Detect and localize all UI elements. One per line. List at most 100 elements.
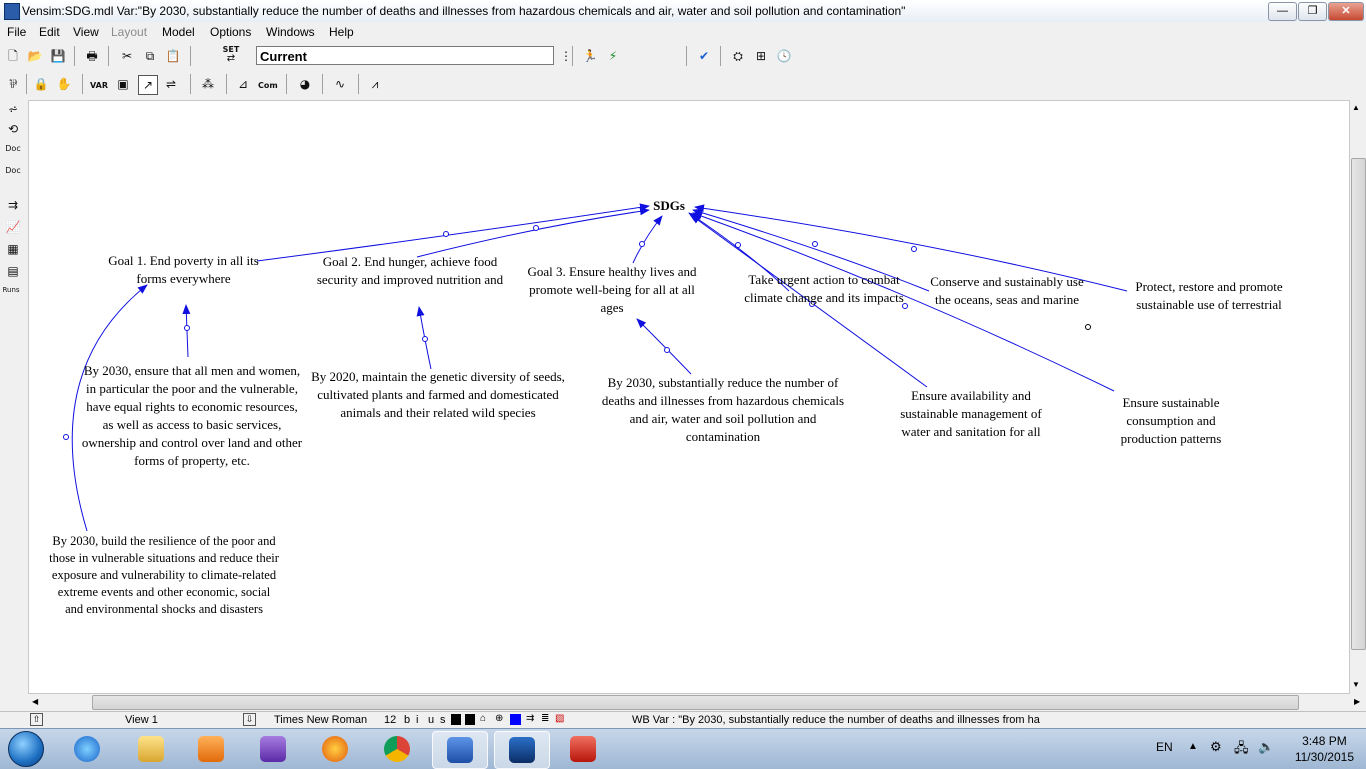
line-width-icon[interactable]: ≣	[541, 713, 549, 724]
node-terrestrial[interactable]: Protect, restore and promote sustainable…	[1121, 278, 1297, 314]
sketch-canvas[interactable]: SDGs Goal 1. End poverty in all its form…	[28, 100, 1350, 694]
input-output-icon[interactable]: ⊿	[234, 75, 252, 93]
equations-icon[interactable]: ∿	[331, 75, 349, 93]
view-up-icon[interactable]: ⇧	[30, 713, 43, 726]
language-indicator[interactable]: EN	[1156, 740, 1173, 754]
taskbar-pdf-reader[interactable]	[556, 731, 610, 767]
font-name-selector[interactable]: Times New Roman	[274, 714, 367, 726]
shape-icon[interactable]: ⌂	[480, 713, 486, 724]
reality-check-icon[interactable]: ⛭	[729, 47, 747, 65]
node-target-resilience[interactable]: By 2030, build the resilience of the poo…	[49, 533, 279, 618]
loops-icon[interactable]: ⟲	[4, 120, 22, 138]
variable-tool[interactable]: VAR	[90, 77, 108, 95]
scroll-down-icon[interactable]: ▼	[1352, 680, 1360, 689]
vensim-app-icon[interactable]	[4, 3, 20, 20]
taskbar-chrome[interactable]	[370, 731, 424, 767]
model-tools-icon[interactable]: ⅌	[4, 75, 22, 93]
network-icon[interactable]: 🖧	[1234, 739, 1249, 761]
restore-button[interactable]: ❐	[1298, 2, 1327, 21]
save-icon[interactable]: 💾	[49, 47, 67, 65]
table-icon[interactable]: ▦	[4, 240, 22, 258]
horizontal-scroll-thumb[interactable]	[92, 695, 1299, 710]
italic-toggle[interactable]: i	[416, 714, 418, 726]
vertical-scroll-thumb[interactable]	[1351, 158, 1366, 650]
node-target-genetic[interactable]: By 2020, maintain the genetic diversity …	[309, 368, 567, 422]
output-icon[interactable]: ⊞	[752, 47, 770, 65]
box-variable-icon[interactable]: ▣	[114, 75, 132, 93]
menu-model[interactable]: Model	[162, 25, 195, 39]
causes-strip-icon[interactable]: ⇉	[4, 196, 22, 214]
print-icon[interactable]: 🖶	[83, 47, 101, 65]
runs-compare-tool[interactable]: Runs	[2, 286, 20, 304]
menu-view[interactable]: View	[73, 25, 99, 39]
lock-icon[interactable]: 🔒	[32, 75, 50, 93]
scroll-up-icon[interactable]: ▲	[1352, 103, 1360, 112]
node-goal2[interactable]: Goal 2. End hunger, achieve food securit…	[315, 253, 505, 289]
strike-toggle[interactable]: s	[440, 714, 446, 726]
clock-icon[interactable]: 🕓	[775, 47, 793, 65]
show-hidden-icons-icon[interactable]: ▲	[1188, 741, 1198, 752]
delete-pacman-icon[interactable]: ◕	[296, 75, 314, 93]
open-folder-icon[interactable]: 📂	[26, 47, 44, 65]
bold-toggle[interactable]: b	[404, 714, 410, 726]
border-color-swatch[interactable]	[465, 714, 475, 725]
node-climate[interactable]: Take urgent action to combat climate cha…	[739, 271, 909, 307]
node-water[interactable]: Ensure availability and sustainable mana…	[885, 387, 1057, 441]
reference-mode-icon[interactable]: ⩘	[366, 75, 384, 93]
node-target-chemicals[interactable]: By 2030, substantially reduce the number…	[591, 374, 855, 446]
taskbar-word[interactable]	[432, 731, 488, 769]
node-goal3[interactable]: Goal 3. Ensure healthy lives and promote…	[517, 263, 707, 317]
menu-help[interactable]: Help	[329, 25, 354, 39]
node-goal1[interactable]: Goal 1. End poverty in all its forms eve…	[101, 252, 266, 288]
synthesim-icon[interactable]: ⚡	[604, 47, 622, 65]
arrow-color-swatch[interactable]	[510, 714, 521, 725]
underline-toggle[interactable]: u	[428, 714, 434, 726]
new-file-icon[interactable]: 🗋	[4, 47, 22, 65]
close-button[interactable]: ✕	[1328, 2, 1364, 21]
arrow-tool-icon[interactable]: ↗	[138, 75, 158, 95]
paste-icon[interactable]: 📋	[164, 47, 182, 65]
menu-layout[interactable]: Layout	[111, 25, 147, 39]
taskbar-vensim[interactable]	[494, 731, 550, 769]
taskbar-visual-studio[interactable]	[246, 731, 300, 767]
causes-tree-icon[interactable]: ⩫	[4, 100, 22, 118]
view-down-icon[interactable]: ⇩	[243, 713, 256, 726]
scroll-right-icon[interactable]: ▶	[1354, 697, 1360, 706]
node-consumption[interactable]: Ensure sustainable consumption and produ…	[1101, 394, 1241, 448]
comment-tool[interactable]: Com	[258, 77, 278, 95]
position-icon[interactable]: ⊕	[495, 713, 503, 724]
node-oceans[interactable]: Conserve and sustainably use the oceans,…	[923, 273, 1091, 309]
taskbar-media-player[interactable]	[184, 731, 238, 767]
menu-edit[interactable]: Edit	[39, 25, 60, 39]
taskbar-file-explorer[interactable]	[124, 731, 178, 767]
simulate-runner-icon[interactable]: 🏃	[581, 47, 599, 65]
font-color-icon[interactable]: ▧	[555, 713, 564, 724]
minimize-button[interactable]: —	[1268, 2, 1297, 21]
arrow-style-icon[interactable]: ⇉	[526, 713, 534, 724]
cut-icon[interactable]: ✂	[118, 47, 136, 65]
graph-icon[interactable]: 📈	[4, 218, 22, 236]
rate-tool-icon[interactable]: ⇌	[162, 75, 180, 93]
menu-windows[interactable]: Windows	[266, 25, 315, 39]
tray-app-icon[interactable]: ⚙	[1210, 739, 1222, 755]
view-selector[interactable]: View 1	[125, 714, 158, 726]
volume-icon[interactable]: 🔈	[1258, 739, 1274, 755]
scroll-left-icon[interactable]: ◀	[32, 697, 38, 706]
table-time-icon[interactable]: ▤	[4, 262, 22, 280]
text-color-swatch[interactable]	[451, 714, 461, 725]
check-model-icon[interactable]: ✔	[695, 47, 713, 65]
node-sdgs[interactable]: SDGs	[641, 197, 697, 215]
shadow-variable-icon[interactable]: ⁂	[199, 75, 217, 93]
horizontal-scrollbar[interactable]: ◀ ▶	[28, 694, 1366, 711]
hand-move-icon[interactable]: ✋	[55, 75, 73, 93]
menu-options[interactable]: Options	[210, 25, 251, 39]
taskbar-firefox[interactable]	[308, 731, 362, 767]
document-all-tool[interactable]: Doc	[4, 166, 22, 184]
taskbar-internet-explorer[interactable]	[60, 731, 114, 767]
document-tool[interactable]: Doc	[4, 144, 22, 162]
copy-icon[interactable]: ⧉	[141, 47, 159, 65]
current-run-input[interactable]: Current	[256, 46, 554, 65]
font-size-selector[interactable]: 12	[384, 714, 396, 726]
system-clock[interactable]: 3:48 PM 11/30/2015	[1295, 733, 1354, 765]
start-button[interactable]	[2, 729, 48, 769]
